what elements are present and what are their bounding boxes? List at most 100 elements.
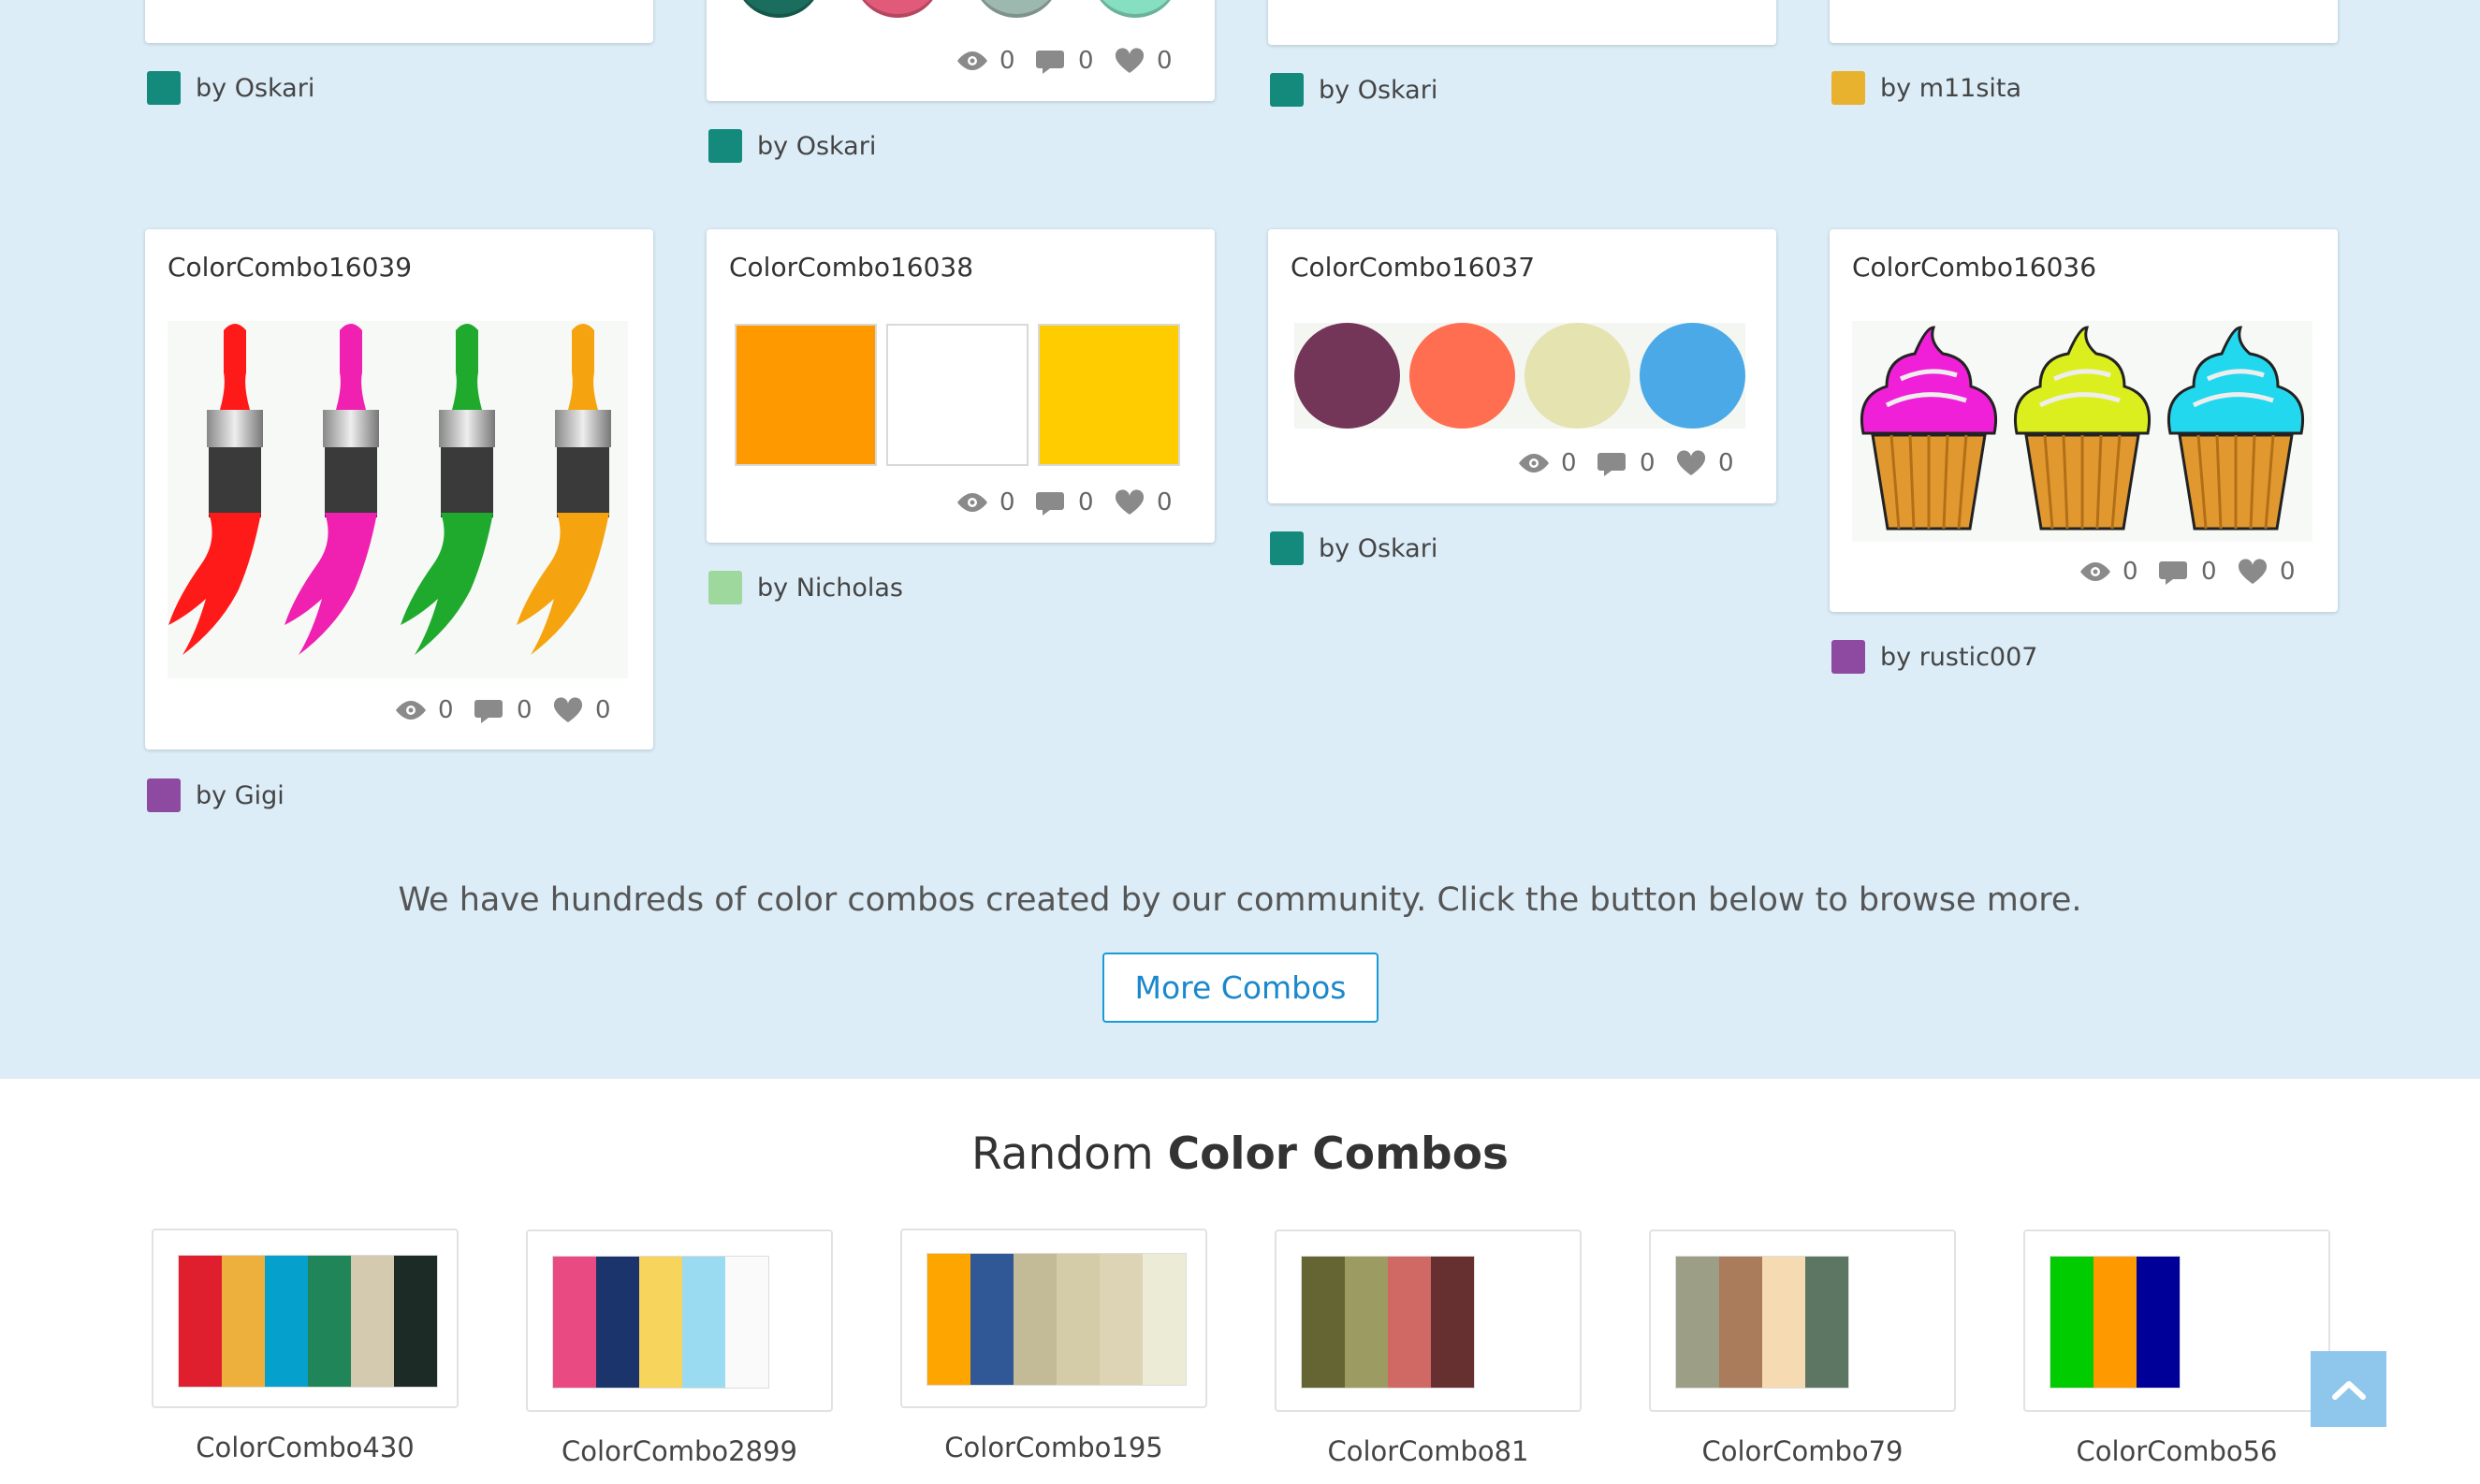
likes-stat[interactable]: 0 <box>1112 488 1174 516</box>
combo-author[interactable]: by Nicholas <box>708 571 903 604</box>
community-combos-section: 0 0 0 by Oskari 0 0 0 by Oskari 0 0 0 <box>0 0 2480 1079</box>
author-name[interactable]: by Oskari <box>1319 76 1437 105</box>
author-color-swatch <box>708 571 742 604</box>
author-name[interactable]: by Oskari <box>196 74 314 103</box>
combo-card[interactable]: ColorCombo16038 0 0 0 <box>707 229 1215 543</box>
combo-author[interactable]: by Oskari <box>1270 73 1437 107</box>
random-combo-card[interactable] <box>900 1229 1207 1408</box>
combo-author[interactable]: by Oskari <box>1270 531 1437 565</box>
likes-stat[interactable]: 0 <box>1112 47 1174 75</box>
combo-card[interactable]: 0 0 0 <box>145 0 653 43</box>
palette-color <box>394 1256 437 1387</box>
cupcake-icon <box>1860 326 2305 531</box>
author-name[interactable]: by m11sita <box>1880 74 2021 103</box>
random-combo-name[interactable]: ColorCombo79 <box>1649 1435 1956 1467</box>
random-combo-card[interactable] <box>1649 1229 1956 1412</box>
comments-stat: 0 <box>2156 558 2218 586</box>
combo-author[interactable]: by Gigi <box>147 778 284 812</box>
card-stats: 0 0 0 <box>2061 556 2297 588</box>
scroll-to-top-button[interactable] <box>2311 1351 2386 1427</box>
author-name[interactable]: by Nicholas <box>757 574 903 603</box>
author-color-swatch <box>1831 640 1865 674</box>
palette-color <box>725 1257 768 1388</box>
comments-stat: 0 <box>1595 449 1656 477</box>
color-circle <box>1524 323 1630 429</box>
random-title-light: Random <box>971 1128 1154 1180</box>
color-circle <box>1294 323 1400 429</box>
combo-circles <box>1294 323 1745 429</box>
comments-stat: 0 <box>1033 488 1095 516</box>
author-name[interactable]: by Oskari <box>1319 534 1437 563</box>
palette-color <box>351 1256 394 1387</box>
comment-icon <box>1597 453 1626 476</box>
random-combo-name[interactable]: ColorCombo430 <box>152 1432 459 1463</box>
palette-color <box>1676 1257 1719 1388</box>
combo-title[interactable]: ColorCombo16038 <box>729 252 973 283</box>
views-stat: 0 <box>393 696 455 724</box>
likes-stat[interactable]: 0 <box>550 696 612 724</box>
palette-color <box>553 1257 596 1388</box>
combo-image-cupcakes[interactable] <box>1852 321 2312 542</box>
random-combo-card[interactable] <box>526 1229 833 1412</box>
author-name[interactable]: by Gigi <box>196 781 284 810</box>
random-combo-name[interactable]: ColorCombo56 <box>2023 1435 2330 1467</box>
likes-stat[interactable]: 0 <box>1673 449 1735 477</box>
random-combo-card[interactable] <box>2023 1229 2330 1412</box>
views-stat: 0 <box>2078 558 2139 586</box>
color-square <box>886 324 1028 466</box>
combo-image-paint-brushes[interactable] <box>168 321 628 678</box>
combo-title[interactable]: ColorCombo16039 <box>168 252 412 283</box>
combo-card[interactable]: 0 0 0 <box>1830 0 2338 43</box>
likes-stat[interactable]: 0 <box>2235 558 2297 586</box>
combo-card[interactable]: ColorCombo16039 0 0 0 <box>145 229 653 749</box>
combo-palette-strip <box>178 1255 438 1388</box>
palette-color <box>1057 1254 1100 1385</box>
views-stat: 0 <box>955 47 1016 75</box>
comments-stat: 0 <box>1033 47 1095 75</box>
heart-icon[interactable] <box>1112 47 1147 75</box>
random-combo-card[interactable] <box>152 1229 459 1408</box>
palette-color <box>2050 1257 2093 1388</box>
heart-icon[interactable] <box>550 696 586 724</box>
combo-author[interactable]: by Oskari <box>708 129 876 163</box>
palette-color <box>596 1257 639 1388</box>
author-name[interactable]: by rustic007 <box>1880 643 2037 672</box>
color-circle <box>1640 323 1745 429</box>
random-combo-name[interactable]: ColorCombo195 <box>900 1432 1207 1463</box>
combo-author[interactable]: by Oskari <box>147 71 314 105</box>
heart-icon[interactable] <box>1112 488 1147 516</box>
card-stats: 0 0 0 <box>1499 447 1735 479</box>
combo-card[interactable]: 0 0 0 <box>707 0 1215 101</box>
combo-author[interactable]: by m11sita <box>1831 71 2021 105</box>
combo-card[interactable]: ColorCombo16037 0 0 0 <box>1268 229 1776 503</box>
palette-color <box>2093 1257 2137 1388</box>
palette-color <box>179 1256 222 1387</box>
combo-author[interactable]: by rustic007 <box>1831 640 2037 674</box>
palette-color <box>1431 1257 1474 1388</box>
random-combo-card[interactable] <box>1275 1229 1582 1412</box>
random-title-bold: Color Combos <box>1167 1128 1509 1180</box>
eye-icon <box>957 493 987 512</box>
random-combo-name[interactable]: ColorCombo81 <box>1275 1435 1582 1467</box>
eye-icon <box>1519 454 1549 473</box>
eye-icon <box>2080 562 2110 581</box>
more-combos-button[interactable]: More Combos <box>1102 953 1379 1023</box>
random-combo-name[interactable]: ColorCombo2899 <box>526 1435 833 1467</box>
palette-color <box>2137 1257 2180 1388</box>
combo-palette-strip <box>1675 1256 1849 1389</box>
heart-icon[interactable] <box>1673 449 1709 477</box>
color-circle <box>972 0 1060 18</box>
eye-icon <box>957 51 987 70</box>
author-color-swatch <box>708 129 742 163</box>
author-color-swatch <box>1270 73 1304 107</box>
heart-icon[interactable] <box>2235 558 2270 586</box>
combo-title[interactable]: ColorCombo16037 <box>1291 252 1535 283</box>
combo-card[interactable]: ColorCombo16036 0 0 0 <box>1830 229 2338 612</box>
comment-icon <box>1036 51 1064 74</box>
author-name[interactable]: by Oskari <box>757 132 876 161</box>
card-stats: 0 0 0 <box>376 694 612 726</box>
combo-card[interactable]: 0 0 0 <box>1268 0 1776 45</box>
comment-icon <box>474 700 503 723</box>
combo-title[interactable]: ColorCombo16036 <box>1852 252 2096 283</box>
color-square <box>735 324 877 466</box>
